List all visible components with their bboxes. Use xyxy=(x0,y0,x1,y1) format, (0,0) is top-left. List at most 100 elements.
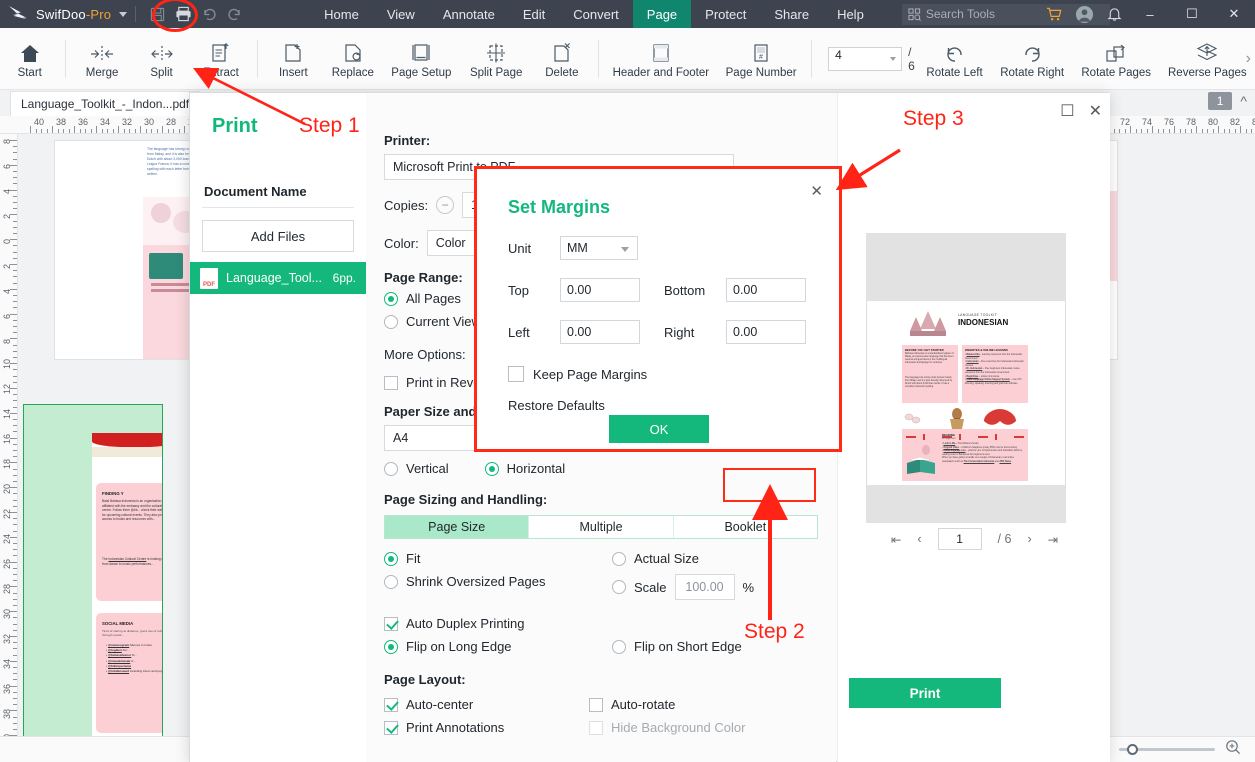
checkbox-print-annotations[interactable] xyxy=(384,720,398,735)
menu-help[interactable]: Help xyxy=(823,0,878,28)
close-button[interactable]: ✕ xyxy=(1213,0,1255,28)
ribbon-rotate-left[interactable]: Rotate Left xyxy=(918,30,992,88)
menu-protect[interactable]: Protect xyxy=(691,0,760,28)
chevron-up-icon[interactable]: ^ xyxy=(1240,93,1247,109)
last-page-icon[interactable]: ⇥ xyxy=(1048,532,1058,547)
set-margins-close-button[interactable]: ✕ xyxy=(810,182,823,200)
menu-page[interactable]: Page xyxy=(632,0,692,28)
ribbon-label: Extract xyxy=(203,67,239,79)
menu-annotate[interactable]: Annotate xyxy=(429,0,509,28)
menu-convert[interactable]: Convert xyxy=(559,0,633,28)
minimize-button[interactable]: – xyxy=(1129,0,1171,28)
ribbon-delete[interactable]: Delete xyxy=(532,30,591,88)
ruler-tickmark xyxy=(1174,126,1175,133)
print-annotations-row[interactable]: Print Annotations xyxy=(384,720,589,735)
undo-icon[interactable] xyxy=(196,3,222,25)
set-margins-ok-button[interactable]: OK xyxy=(609,415,709,443)
ribbon-extract[interactable]: Extract xyxy=(191,30,250,88)
radio-shrink-oversized[interactable] xyxy=(384,574,398,589)
copies-decrement-button[interactable]: − xyxy=(436,196,455,214)
ribbon-split[interactable]: Split xyxy=(132,30,191,88)
ribbon-page-setup[interactable]: Page Setup xyxy=(383,30,461,88)
unit-select[interactable]: MM xyxy=(560,236,638,260)
radio-all-pages[interactable] xyxy=(384,291,398,306)
ribbon-rotate-pages[interactable]: Rotate Pages xyxy=(1073,30,1160,88)
ribbon-insert[interactable]: Insert xyxy=(264,30,323,88)
radio-flip-long-edge[interactable] xyxy=(384,639,398,654)
radio-scale[interactable] xyxy=(612,580,626,594)
radio-actual-size[interactable] xyxy=(612,551,626,566)
ribbon-reverse-pages[interactable]: Reverse Pages xyxy=(1160,30,1255,88)
next-page-icon[interactable]: › xyxy=(1027,532,1031,546)
checkbox-print-in-reverse[interactable] xyxy=(384,375,398,390)
checkbox-auto-duplex[interactable] xyxy=(384,616,398,631)
ribbon-label: Start xyxy=(17,67,42,79)
page-number-input-wrap[interactable]: 4 xyxy=(828,46,903,71)
ribbon-merge[interactable]: Merge xyxy=(72,30,131,88)
bell-icon[interactable] xyxy=(1099,0,1129,28)
right-margin-input[interactable]: 0.00 xyxy=(726,320,806,344)
preview-maximize-button[interactable]: ☐ xyxy=(1060,101,1074,121)
radio-current-view[interactable] xyxy=(384,314,398,329)
zoom-slider[interactable] xyxy=(1119,744,1215,755)
auto-rotate-row[interactable]: Auto-rotate xyxy=(589,697,745,712)
sizing-scale-row[interactable]: Scale 100.00 % xyxy=(612,574,754,600)
checkbox-auto-center[interactable] xyxy=(384,697,398,712)
zoom-slider-handle[interactable] xyxy=(1127,744,1138,755)
menu-view[interactable]: View xyxy=(373,0,429,28)
insert-page-icon xyxy=(282,38,304,64)
preview-close-button[interactable]: ✕ xyxy=(1089,101,1102,121)
checkbox-keep-page-margins[interactable] xyxy=(508,366,524,382)
previous-page-icon[interactable]: ‹ xyxy=(917,532,921,546)
divider xyxy=(256,39,258,78)
menu-edit[interactable]: Edit xyxy=(509,0,559,28)
ruler-tickmark xyxy=(173,129,174,133)
maximize-button[interactable]: ☐ xyxy=(1171,0,1213,28)
bottom-margin-input[interactable]: 0.00 xyxy=(726,278,806,302)
cart-icon[interactable] xyxy=(1039,0,1069,28)
zoom-in-icon[interactable] xyxy=(1225,739,1241,760)
print-button[interactable]: Print xyxy=(849,678,1001,708)
top-margin-input[interactable]: 0.00 xyxy=(560,278,640,302)
radio-vertical[interactable] xyxy=(384,461,398,476)
ribbon-rotate-right[interactable]: Rotate Right xyxy=(992,30,1073,88)
pdf-page-selected[interactable]: FINDING Y Balai Bahasa Indonesia is an o… xyxy=(23,404,163,762)
scale-input[interactable]: 100.00 xyxy=(674,574,735,600)
radio-horizontal[interactable] xyxy=(484,461,499,476)
rotate-pages-icon xyxy=(1104,38,1128,64)
menu-home[interactable]: Home xyxy=(310,0,373,28)
checkbox-auto-rotate[interactable] xyxy=(589,697,603,712)
tab-multiple[interactable]: Multiple xyxy=(529,516,674,538)
redo-icon[interactable] xyxy=(222,3,248,25)
ribbon-page-number[interactable]: # Page Number xyxy=(717,30,805,88)
ribbon-replace[interactable]: Replace xyxy=(323,30,382,88)
left-margin-input[interactable]: 0.00 xyxy=(560,320,640,344)
keep-page-margins-row[interactable]: Keep Page Margins xyxy=(508,366,839,382)
sizing-fit-row[interactable]: Fit xyxy=(384,551,612,566)
file-list-item[interactable]: PDF Language_Tool... 6pp. xyxy=(190,262,366,294)
sizing-actual-row[interactable]: Actual Size xyxy=(612,551,754,566)
preview-page-input[interactable]: 1 xyxy=(937,528,982,550)
chevron-down-icon[interactable] xyxy=(890,56,897,61)
ribbon-overflow-chevron-right-icon[interactable]: › xyxy=(1246,50,1251,68)
account-icon[interactable] xyxy=(1069,0,1099,28)
sizing-shrink-row[interactable]: Shrink Oversized Pages xyxy=(384,574,612,589)
tab-booklet[interactable]: Booklet xyxy=(673,516,817,538)
radio-fit[interactable] xyxy=(384,551,398,566)
ribbon-header-and-footer[interactable]: Header and Footer xyxy=(605,30,718,88)
first-page-icon[interactable]: ⇤ xyxy=(891,532,901,547)
ribbon-split-page[interactable]: Split Page xyxy=(460,30,532,88)
flip-long-edge-row[interactable]: Flip on Long Edge xyxy=(384,639,612,654)
flip-short-edge-row[interactable]: Flip on Short Edge xyxy=(612,639,742,654)
menu-share[interactable]: Share xyxy=(760,0,823,28)
document-tab[interactable]: Language_Toolkit_-_Indon...pdf xyxy=(10,91,201,116)
ribbon-start[interactable]: Start xyxy=(0,30,59,88)
add-files-button[interactable]: Add Files xyxy=(202,220,354,252)
ruler-tickmark xyxy=(13,431,17,433)
radio-flip-short-edge[interactable] xyxy=(612,639,626,654)
restore-defaults-link[interactable]: Restore Defaults xyxy=(508,398,839,413)
ruler-tickmark xyxy=(13,629,17,631)
tab-page-size[interactable]: Page Size xyxy=(385,516,530,538)
chevron-down-icon[interactable] xyxy=(119,11,128,17)
auto-center-row[interactable]: Auto-center xyxy=(384,697,589,712)
